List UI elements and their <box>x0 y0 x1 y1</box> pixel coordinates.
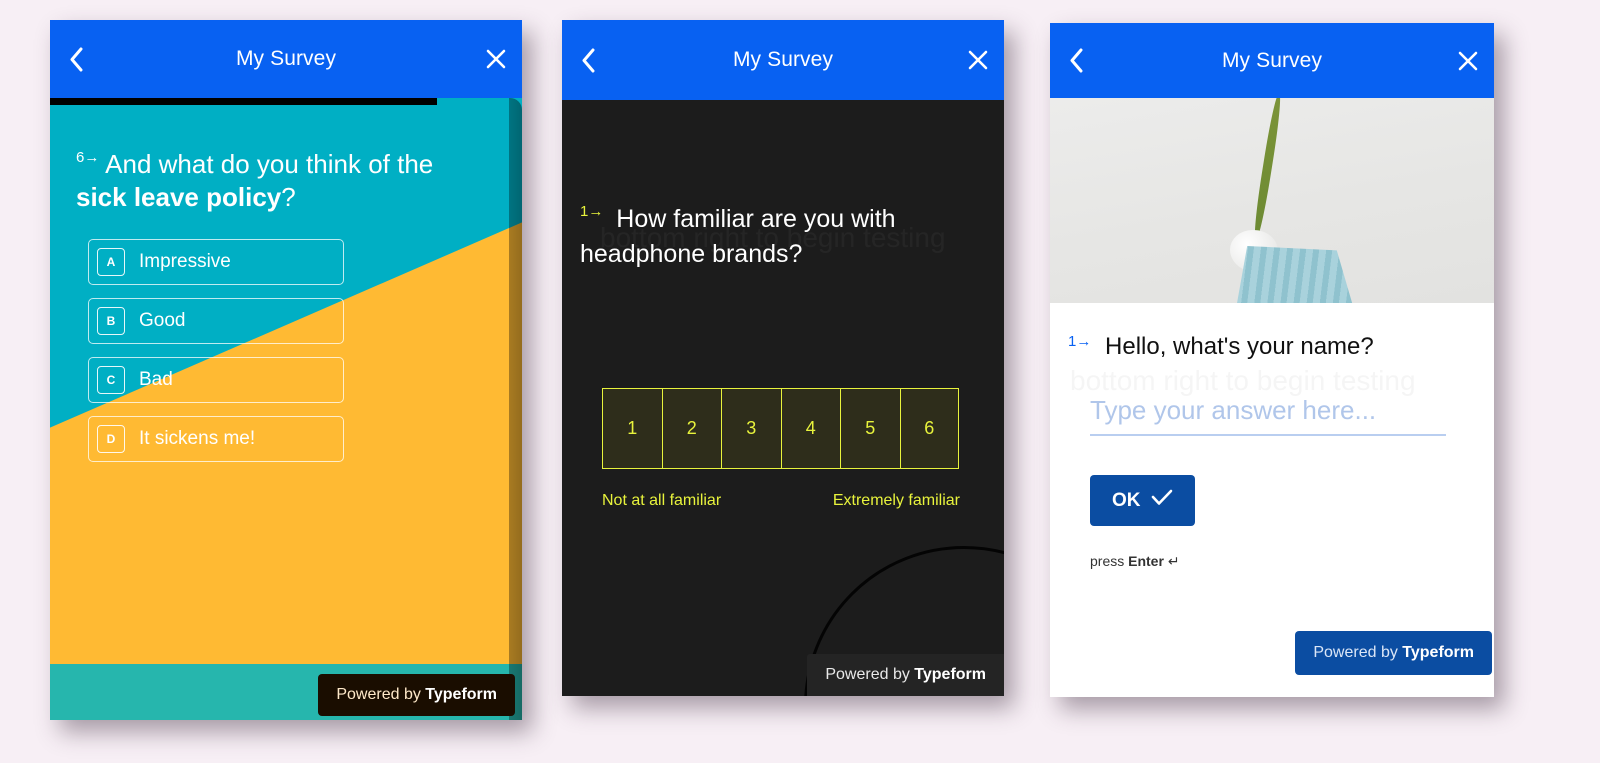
panel3-body: bottom right to begin testing 1→ Hello, … <box>1050 98 1494 697</box>
panel-title: My Survey <box>1221 48 1323 72</box>
survey-panel-multiple-choice: My Survey 6→ And what do you think of th… <box>50 20 522 720</box>
question-body: Hello, what's your name? <box>1105 333 1374 360</box>
close-button[interactable] <box>470 48 522 70</box>
choice-key-b: B <box>97 306 125 335</box>
back-button[interactable] <box>1050 48 1102 73</box>
question-text: 1→ Hello, what's your name? <box>1068 333 1474 361</box>
badge-brand: Typeform <box>425 686 497 703</box>
scale-option-3[interactable]: 3 <box>721 388 781 469</box>
panel-title: My Survey <box>732 48 834 71</box>
survey-panel-opinion-scale: My Survey bottom right to begin testing … <box>562 20 1004 696</box>
hint-prefix: press <box>1090 553 1129 569</box>
card-edge-shadow <box>509 98 522 720</box>
question-part-bold: sick leave policy <box>76 182 282 213</box>
close-button[interactable] <box>952 49 1004 71</box>
ok-button-label: OK <box>1112 489 1141 511</box>
question-number: 1→ <box>580 203 604 220</box>
screenshot-stage: My Survey 6→ And what do you think of th… <box>0 0 1600 763</box>
choice-option-d[interactable]: D It sickens me! <box>88 415 344 462</box>
chevron-left-icon <box>581 48 596 73</box>
choice-label-a: Impressive <box>139 250 231 272</box>
ok-button[interactable]: OK <box>1090 475 1195 526</box>
choice-key-d: D <box>97 424 125 453</box>
panel1-body: 6→ And what do you think of the sick lea… <box>50 98 522 720</box>
answer-input[interactable]: Type your answer here... <box>1090 395 1446 436</box>
panel3-form: bottom right to begin testing 1→ Hello, … <box>1050 303 1494 697</box>
back-button[interactable] <box>562 48 614 73</box>
panel1-content: 6→ And what do you think of the sick lea… <box>50 98 522 475</box>
close-icon <box>967 49 989 71</box>
opinion-scale: 1 2 3 4 5 6 <box>602 388 959 469</box>
chevron-left-icon <box>1069 48 1084 73</box>
choice-option-b[interactable]: B Good <box>88 297 344 344</box>
close-button[interactable] <box>1442 50 1494 72</box>
badge-prefix: Powered by <box>1313 644 1403 661</box>
badge-brand: Typeform <box>914 666 986 683</box>
back-button[interactable] <box>50 47 102 72</box>
badge-prefix: Powered by <box>825 666 915 683</box>
scale-option-2[interactable]: 2 <box>661 388 721 469</box>
badge-prefix: Powered by <box>336 686 426 703</box>
choice-list: A Impressive B Good C Bad D It sickens m… <box>50 215 522 462</box>
progress-bar <box>50 98 438 105</box>
enter-arrow-icon: ↵ <box>1167 553 1180 569</box>
blue-cloth-shape <box>1227 246 1368 303</box>
question-part-tail: ? <box>281 182 296 213</box>
scale-max-label: Extremely familiar <box>832 492 960 509</box>
question-number: 1→ <box>1068 333 1092 350</box>
stem-shape <box>1251 98 1284 239</box>
choice-key-a: A <box>97 247 125 276</box>
panel2-titlebar: My Survey <box>562 20 1004 100</box>
choice-label-d: It sickens me! <box>139 427 256 449</box>
question-text: 1→ How familiar are you with headphone b… <box>580 202 978 271</box>
choice-option-a[interactable]: A Impressive <box>88 238 344 285</box>
chevron-left-icon <box>69 47 84 72</box>
scale-min-label: Not at all familiar <box>602 492 722 509</box>
question-part-plain: And what do you think of the <box>105 149 434 179</box>
scale-option-1[interactable]: 1 <box>602 388 662 469</box>
panel1-titlebar: My Survey <box>50 20 522 98</box>
powered-by-typeform-badge[interactable]: Powered by Typeform <box>1295 631 1492 675</box>
close-icon <box>1457 50 1479 72</box>
question-text: 6→ And what do you think of the sick lea… <box>50 98 522 215</box>
survey-panel-short-text: My Survey bottom right to begin testing … <box>1050 23 1494 697</box>
powered-by-typeform-badge[interactable]: Powered by Typeform <box>318 674 515 716</box>
hint-key: Enter <box>1128 553 1164 569</box>
choice-key-c: C <box>97 365 125 394</box>
question-body: How familiar are you with headphone bran… <box>580 205 896 268</box>
panel-title: My Survey <box>235 47 337 70</box>
panel3-titlebar: My Survey <box>1050 23 1494 98</box>
choice-option-c[interactable]: C Bad <box>88 356 344 403</box>
ghost-transition-text: bottom right to begin testing <box>1070 365 1490 397</box>
clay-flower-sculpture-image <box>1050 98 1494 303</box>
check-icon <box>1151 489 1173 512</box>
choice-label-b: Good <box>139 309 186 331</box>
close-icon <box>485 48 507 70</box>
choice-label-c: Bad <box>139 368 173 390</box>
scale-option-5[interactable]: 5 <box>840 388 900 469</box>
powered-by-typeform-badge[interactable]: Powered by Typeform <box>807 654 1004 696</box>
scale-option-6[interactable]: 6 <box>899 388 959 469</box>
scale-option-4[interactable]: 4 <box>780 388 840 469</box>
scale-endpoint-labels: Not at all familiar Extremely familiar <box>602 486 960 516</box>
enter-key-hint: press Enter ↵ <box>1090 553 1180 570</box>
badge-brand: Typeform <box>1402 644 1474 661</box>
panel2-body: bottom right to begin testing 1→ How fam… <box>562 100 1004 696</box>
question-number: 6→ <box>76 149 100 166</box>
